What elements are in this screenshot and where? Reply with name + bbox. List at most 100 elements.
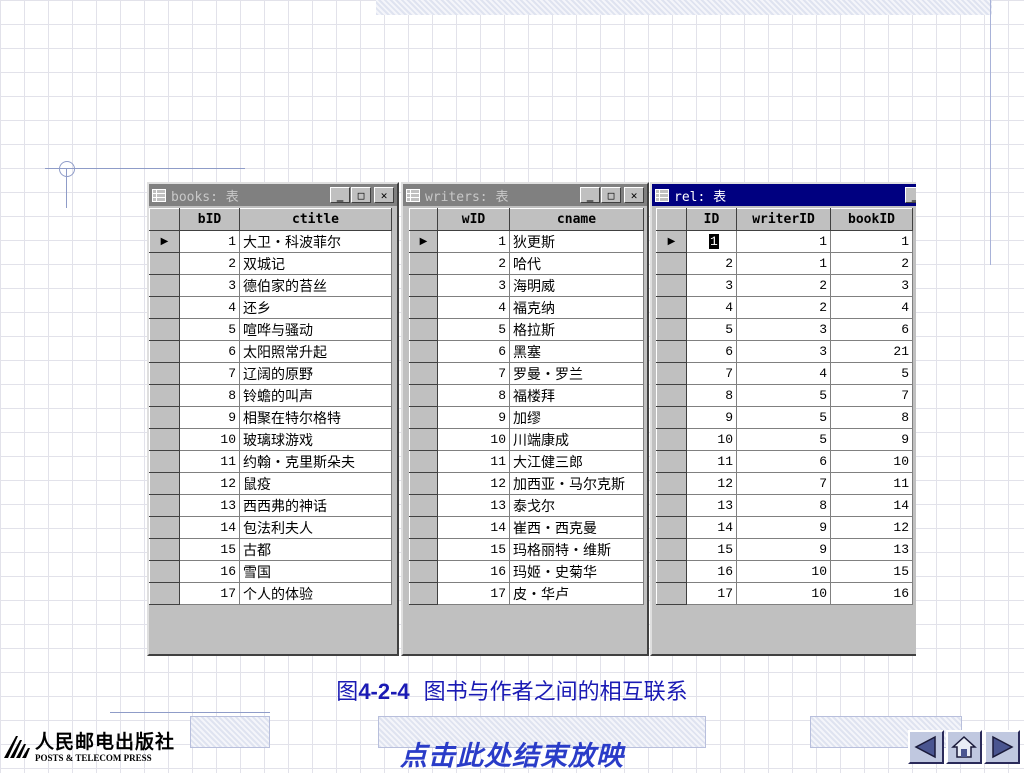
table-cell[interactable]: 10 [437,428,510,451]
maximize-button[interactable]: □ [601,187,621,203]
table-cell[interactable]: 5 [686,318,737,341]
table-row[interactable]: 5 格拉斯 [409,318,644,341]
next-slide-button[interactable] [984,730,1020,764]
table-cell[interactable]: 福克纳 [509,296,644,319]
minimize-button[interactable]: _ [905,187,916,203]
table-cell[interactable]: 5 [179,318,240,341]
books-window-titlebar[interactable]: books: 表 _ □ ✕ [149,184,397,206]
row-selector[interactable] [149,582,180,605]
row-selector[interactable] [656,472,687,495]
table-row[interactable]: ▶ 1 大卫・科波菲尔 [149,230,392,253]
table-row[interactable]: 4 还乡 [149,296,392,319]
table-cell[interactable]: 9 [736,538,831,561]
row-selector[interactable] [656,428,687,451]
row-selector[interactable] [149,362,180,385]
table-cell[interactable]: 3 [736,318,831,341]
table-row[interactable]: 8 铃蟾的叫声 [149,384,392,407]
row-selector[interactable] [656,538,687,561]
table-row[interactable]: 9 加缪 [409,406,644,429]
table-cell[interactable]: 15 [179,538,240,561]
table-cell[interactable]: 13 [830,538,913,561]
table-cell[interactable]: 10 [736,560,831,583]
table-cell[interactable]: 12 [437,472,510,495]
row-selector[interactable] [149,494,180,517]
table-row[interactable]: 14 9 12 [656,516,913,539]
table-cell[interactable]: 15 [830,560,913,583]
table-row[interactable]: 6 3 21 [656,340,913,363]
row-selector[interactable] [409,406,438,429]
row-selector[interactable] [149,296,180,319]
table-row[interactable]: 13 西西弗的神话 [149,494,392,517]
table-cell[interactable]: 狄更斯 [509,230,644,253]
table-cell[interactable]: 西西弗的神话 [239,494,392,517]
table-cell[interactable]: 相聚在特尔格特 [239,406,392,429]
table-cell[interactable]: 崔西・西克曼 [509,516,644,539]
table-row[interactable]: 13 8 14 [656,494,913,517]
row-selector[interactable] [656,296,687,319]
row-selector[interactable] [656,340,687,363]
row-selector[interactable] [149,384,180,407]
table-cell[interactable]: 辽阔的原野 [239,362,392,385]
table-cell[interactable]: 9 [830,428,913,451]
table-cell[interactable]: 鼠疫 [239,472,392,495]
row-selector[interactable]: ▶ [149,230,180,253]
table-cell[interactable]: 1 [437,230,510,253]
table-cell[interactable]: 包法利夫人 [239,516,392,539]
table-cell[interactable]: 太阳照常升起 [239,340,392,363]
row-selector[interactable] [656,274,687,297]
table-cell[interactable]: 玛姬・史菊华 [509,560,644,583]
table-cell[interactable]: 4 [437,296,510,319]
table-row[interactable]: 2 哈代 [409,252,644,275]
writers-window-titlebar[interactable]: writers: 表 _ □ ✕ [403,184,647,206]
column-header[interactable]: bID [179,208,240,231]
table-cell[interactable]: 14 [830,494,913,517]
row-selector[interactable] [656,450,687,473]
table-row[interactable]: 6 太阳照常升起 [149,340,392,363]
table-cell[interactable]: 罗曼・罗兰 [509,362,644,385]
table-row[interactable]: 14 崔西・西克曼 [409,516,644,539]
row-selector[interactable] [409,450,438,473]
row-selector-header[interactable] [149,208,180,231]
table-cell[interactable]: 7 [736,472,831,495]
table-cell[interactable]: 14 [686,516,737,539]
row-selector[interactable] [409,318,438,341]
table-cell[interactable]: 2 [179,252,240,275]
table-cell[interactable]: 11 [179,450,240,473]
table-cell[interactable]: 15 [686,538,737,561]
table-row[interactable]: 12 鼠疫 [149,472,392,495]
table-cell[interactable]: 8 [736,494,831,517]
table-cell[interactable]: 双城记 [239,252,392,275]
table-row[interactable]: 7 罗曼・罗兰 [409,362,644,385]
table-cell[interactable]: 海明威 [509,274,644,297]
row-selector[interactable] [149,538,180,561]
row-selector[interactable] [409,340,438,363]
row-selector[interactable] [656,494,687,517]
table-row[interactable]: 11 大江健三郎 [409,450,644,473]
maximize-button[interactable]: □ [351,187,371,203]
table-cell[interactable]: 2 [437,252,510,275]
table-row[interactable]: 15 9 13 [656,538,913,561]
row-selector[interactable] [149,560,180,583]
row-selector[interactable] [656,318,687,341]
table-cell[interactable]: 玛格丽特・维斯 [509,538,644,561]
table-cell[interactable]: 14 [437,516,510,539]
row-selector[interactable] [409,472,438,495]
row-selector[interactable] [409,362,438,385]
row-selector[interactable] [149,274,180,297]
row-selector[interactable] [656,582,687,605]
row-selector[interactable] [409,560,438,583]
table-cell[interactable]: 3 [736,340,831,363]
books-table-window[interactable]: books: 表 _ □ ✕ bID ctitle ▶ 1 大卫・科波菲尔 2 双城记 3… [147,182,399,656]
close-button[interactable]: ✕ [374,187,394,203]
table-cell[interactable]: 7 [830,384,913,407]
table-cell[interactable]: 5 [736,406,831,429]
row-selector[interactable] [656,406,687,429]
table-cell[interactable]: 12 [179,472,240,495]
close-button[interactable]: ✕ [624,187,644,203]
table-cell[interactable]: 9 [736,516,831,539]
table-row[interactable]: 5 喧哗与骚动 [149,318,392,341]
row-selector[interactable] [409,296,438,319]
table-row[interactable]: ▶ 1 1 1 [656,230,913,253]
table-cell[interactable]: 13 [437,494,510,517]
table-cell[interactable]: 3 [179,274,240,297]
